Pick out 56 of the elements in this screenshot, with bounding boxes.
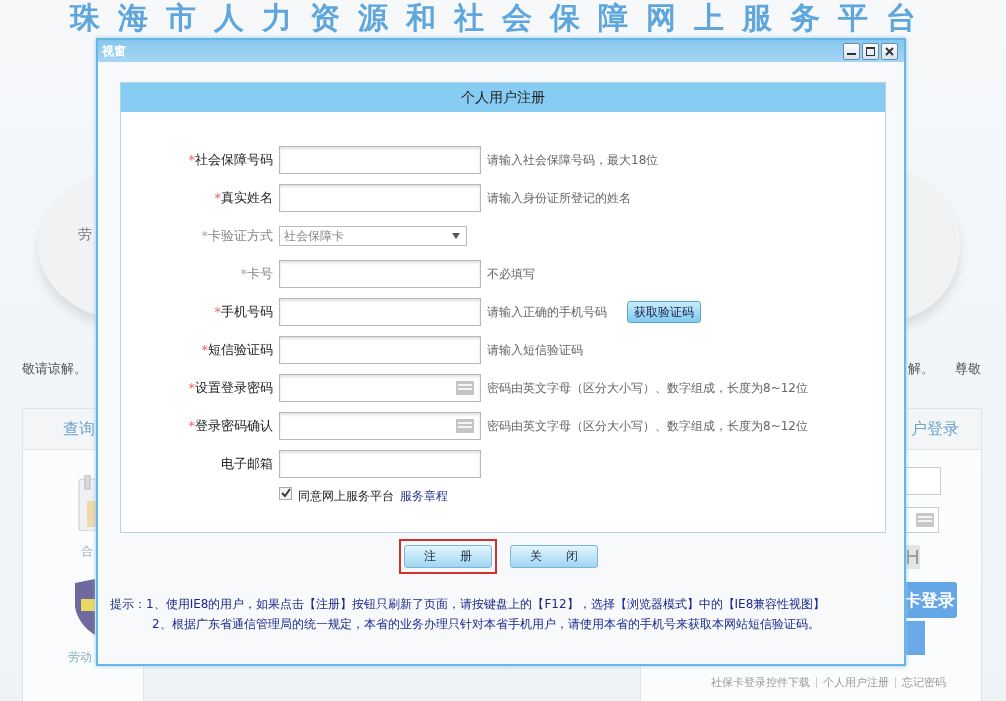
input-field[interactable]	[279, 146, 481, 174]
password-field[interactable]	[279, 412, 481, 440]
banner-text: 劳	[78, 226, 92, 244]
field-label: *社会保障号码	[187, 151, 274, 169]
panel-title: 户登录	[911, 418, 959, 440]
notice-text: 敬请谅解。	[22, 360, 87, 378]
field-hint: 请输入身份证所登记的姓名	[487, 189, 631, 207]
field-hint: 密码由英文字母（区分大小写）、数字组成，长度为8~12位	[487, 379, 808, 397]
input-field[interactable]	[279, 450, 481, 478]
footer-link[interactable]: 社保卡登录控件下载	[711, 675, 810, 690]
maximize-button[interactable]	[862, 42, 879, 60]
field-hint: 请输入短信验证码	[487, 341, 583, 359]
terms-link[interactable]: 服务章程	[400, 487, 448, 505]
tip-text: 2、根据广东省通信管理局的统一规定，本省的业务办理只针对本省手机用户，请使用本省的手机号来获取本网站短信验证码。	[152, 616, 821, 633]
dialog-button[interactable]: 注 册	[404, 545, 492, 568]
input-field[interactable]	[279, 336, 481, 364]
input-field[interactable]	[279, 298, 481, 326]
notice-text: 解。	[908, 360, 934, 378]
field-hint: 请输入正确的手机号码	[487, 303, 607, 321]
panel-title: 查询	[63, 418, 95, 440]
service-label[interactable]: 劳动	[68, 649, 92, 666]
field-label: *短信验证码	[200, 341, 274, 359]
caret-icon	[452, 233, 460, 239]
password-field[interactable]	[279, 374, 481, 402]
field-label: *手机号码	[213, 303, 274, 321]
field-label: *登录密码确认	[187, 417, 274, 435]
minimize-icon	[847, 53, 856, 55]
minimize-button[interactable]	[843, 42, 860, 60]
service-label[interactable]: 合	[81, 543, 93, 560]
form-header: 个人用户注册	[121, 83, 885, 112]
field-hint: 请输入社会保障号码，最大18位	[487, 151, 659, 169]
badge-icon	[73, 579, 95, 635]
get-code-button[interactable]: 获取验证码	[627, 301, 701, 323]
field-label: *卡验证方式	[200, 227, 274, 245]
close-icon	[885, 46, 894, 56]
notice-text: 尊敬	[955, 360, 981, 378]
footer-link[interactable]: 忘记密码	[902, 675, 946, 690]
field-label: *设置登录密码	[187, 379, 274, 397]
window-title: 视窗	[102, 42, 126, 60]
keyboard-icon[interactable]	[916, 513, 934, 527]
field-label: *真实姓名	[213, 189, 274, 207]
close-button[interactable]	[881, 42, 898, 60]
dialog-button[interactable]: 关 闭	[510, 545, 598, 568]
maximize-icon	[866, 46, 875, 56]
agree-text: 同意网上服务平台	[298, 487, 394, 505]
keyboard-icon[interactable]	[456, 381, 474, 395]
agree-checkbox[interactable]	[279, 486, 292, 500]
input-field[interactable]	[279, 184, 481, 212]
tip-text: 提示：1、使用IE8的用户，如果点击【注册】按钮只刷新了页面，请按键盘上的【F12】，选择【浏览器模式】中的【IE8兼容性视图】	[110, 596, 827, 613]
field-label: *卡号	[239, 265, 274, 283]
footer-link[interactable]: 个人用户注册	[823, 675, 889, 690]
keyboard-icon[interactable]	[456, 419, 474, 433]
field-hint: 密码由英文字母（区分大小写）、数字组成，长度为8~12位	[487, 417, 808, 435]
field-label: 电子邮箱	[220, 455, 274, 473]
site-title: 珠海市人力资源和社会保障网上服务平台	[70, 1, 934, 35]
field-hint: 不必填写	[487, 265, 535, 283]
